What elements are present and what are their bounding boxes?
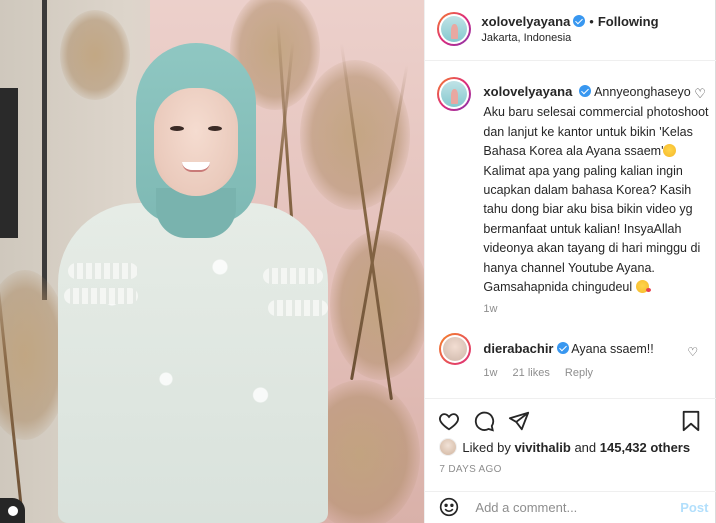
likes-and: and bbox=[574, 440, 597, 455]
verified-badge-icon bbox=[573, 15, 586, 27]
bookmark-icon[interactable] bbox=[679, 409, 703, 433]
liked-by-prefix: Liked by bbox=[462, 440, 511, 455]
heart-icon[interactable] bbox=[437, 409, 461, 433]
commenter-username[interactable]: dierabachir bbox=[483, 341, 553, 356]
author-username[interactable]: xolovelyayana bbox=[481, 14, 570, 29]
comment-like-heart-icon[interactable]: ♡ bbox=[687, 345, 698, 359]
sleeve-ruffle bbox=[263, 268, 323, 284]
verified-badge-icon bbox=[556, 342, 569, 354]
paper-plane-icon[interactable] bbox=[507, 409, 531, 433]
likes-count[interactable]: 145,432 others bbox=[600, 440, 690, 455]
grinning-sweat-emoji-icon bbox=[663, 144, 677, 158]
location-link[interactable]: Jakarta, Indonesia bbox=[481, 32, 571, 44]
post-date[interactable]: 7 DAYS AGO bbox=[439, 464, 501, 475]
author-avatar[interactable] bbox=[437, 12, 472, 46]
action-bar: Liked by vivithalib and 145,432 others 7… bbox=[425, 398, 716, 520]
tagged-user-icon[interactable] bbox=[0, 498, 25, 523]
smiley-icon[interactable] bbox=[439, 497, 459, 520]
post-photo[interactable] bbox=[0, 0, 425, 523]
caption-time[interactable]: 1w bbox=[483, 303, 497, 315]
liker-username[interactable]: vivithalib bbox=[514, 440, 570, 455]
post-sidebar: xolovelyayana • Following Jakarta, Indones… bbox=[424, 0, 716, 523]
sleeve-ruffle bbox=[68, 263, 138, 279]
comment-time[interactable]: 1w bbox=[483, 367, 497, 379]
verified-badge-icon bbox=[579, 85, 592, 97]
caption-avatar[interactable] bbox=[437, 77, 472, 111]
caption-body-2: Kalimat apa yang paling kalian ingin uca… bbox=[483, 163, 701, 295]
sleeve-ruffle bbox=[64, 288, 138, 304]
eye bbox=[208, 126, 222, 131]
caption-greeting: Annyeonghaseyo bbox=[594, 85, 691, 99]
liker-avatar[interactable] bbox=[439, 438, 458, 456]
smile bbox=[182, 162, 210, 172]
comment-likes[interactable]: 21 likes bbox=[513, 367, 550, 379]
caption-username[interactable]: xolovelyayana bbox=[483, 84, 572, 99]
likes-summary: Liked by vivithalib and 145,432 others bbox=[439, 438, 690, 456]
instagram-post: xolovelyayana • Following Jakarta, Indones… bbox=[0, 0, 716, 523]
comment-row: dierabachir Ayana ssaem!! 1w 21 likes Re… bbox=[425, 333, 716, 393]
commenter-avatar[interactable] bbox=[439, 333, 472, 365]
header-line: xolovelyayana • Following bbox=[481, 14, 658, 29]
reply-button[interactable]: Reply bbox=[565, 367, 593, 379]
white-heart-emoji-icon: ♡ bbox=[694, 86, 706, 101]
comment-input[interactable]: Add a comment... bbox=[475, 500, 577, 515]
kiss-emoji-icon bbox=[635, 280, 651, 294]
comment-meta: 1w 21 likes Reply bbox=[483, 367, 605, 379]
separator-dot: • bbox=[589, 14, 594, 29]
caption-text: xolovelyayana Annyeonghaseyo ♡ Aku baru … bbox=[483, 82, 711, 297]
sleeve-ruffle bbox=[268, 300, 328, 316]
comment-text: dierabachir Ayana ssaem!! bbox=[483, 341, 653, 356]
post-comment-button[interactable]: Post bbox=[680, 500, 708, 515]
following-button[interactable]: Following bbox=[598, 14, 659, 29]
comment-body: Ayana ssaem!! bbox=[571, 342, 654, 356]
lace-dress bbox=[58, 203, 328, 523]
face bbox=[154, 88, 238, 196]
person-figure bbox=[38, 38, 338, 523]
post-header: xolovelyayana • Following Jakarta, Indones… bbox=[425, 0, 716, 61]
comment-icon[interactable] bbox=[472, 409, 496, 433]
add-comment-bar: Add a comment... Post bbox=[425, 491, 716, 521]
eye bbox=[170, 126, 184, 131]
dark-panel bbox=[0, 88, 18, 238]
